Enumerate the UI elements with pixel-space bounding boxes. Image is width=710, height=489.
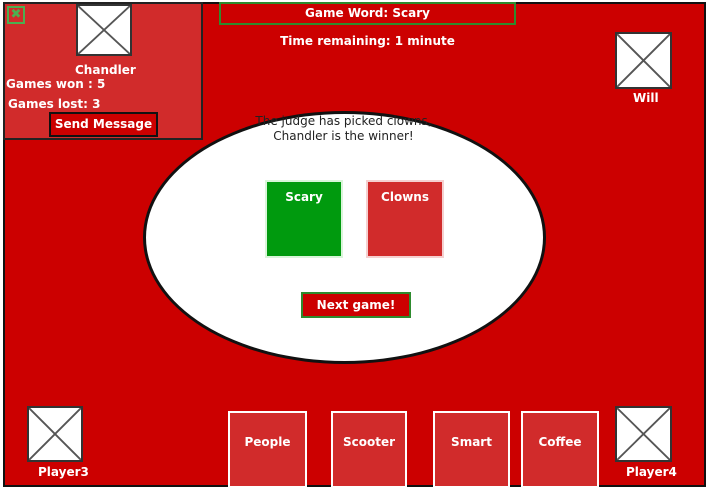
time-remaining: Time remaining: 1 minute: [280, 34, 455, 48]
avatar-player4: [615, 406, 672, 462]
close-icon[interactable]: ✖: [7, 6, 25, 24]
hand-card[interactable]: Smart: [433, 411, 510, 488]
hand-card[interactable]: Scooter: [331, 411, 407, 488]
round-result-line2: Chandler is the winner!: [273, 129, 414, 143]
hand-card[interactable]: Coffee: [521, 411, 599, 488]
next-game-button[interactable]: Next game!: [301, 292, 411, 318]
games-lost: Games lost: 3: [8, 97, 101, 111]
round-result-line1: The judge has picked clowns,: [255, 114, 432, 128]
opponent-name-player3: Player3: [38, 465, 89, 479]
avatar-chandler: [76, 4, 132, 56]
send-message-button[interactable]: Send Message: [49, 112, 158, 137]
image-placeholder-icon: [617, 408, 670, 460]
game-word-banner: Game Word: Scary: [219, 2, 516, 25]
green-card: Scary: [265, 180, 343, 258]
avatar-will: [615, 32, 672, 89]
hand-card[interactable]: People: [228, 411, 307, 488]
round-result: The judge has picked clowns, Chandler is…: [246, 114, 441, 144]
image-placeholder-icon: [78, 6, 130, 54]
player-name: Chandler: [75, 63, 136, 77]
winning-red-card: Clowns: [366, 180, 444, 258]
image-placeholder-icon: [29, 408, 81, 460]
opponent-name-player4: Player4: [626, 465, 677, 479]
image-placeholder-icon: [617, 34, 670, 87]
games-won: Games won : 5: [6, 77, 106, 91]
opponent-name-will: Will: [633, 91, 659, 105]
judging-area: [143, 111, 546, 364]
avatar-player3: [27, 406, 83, 462]
